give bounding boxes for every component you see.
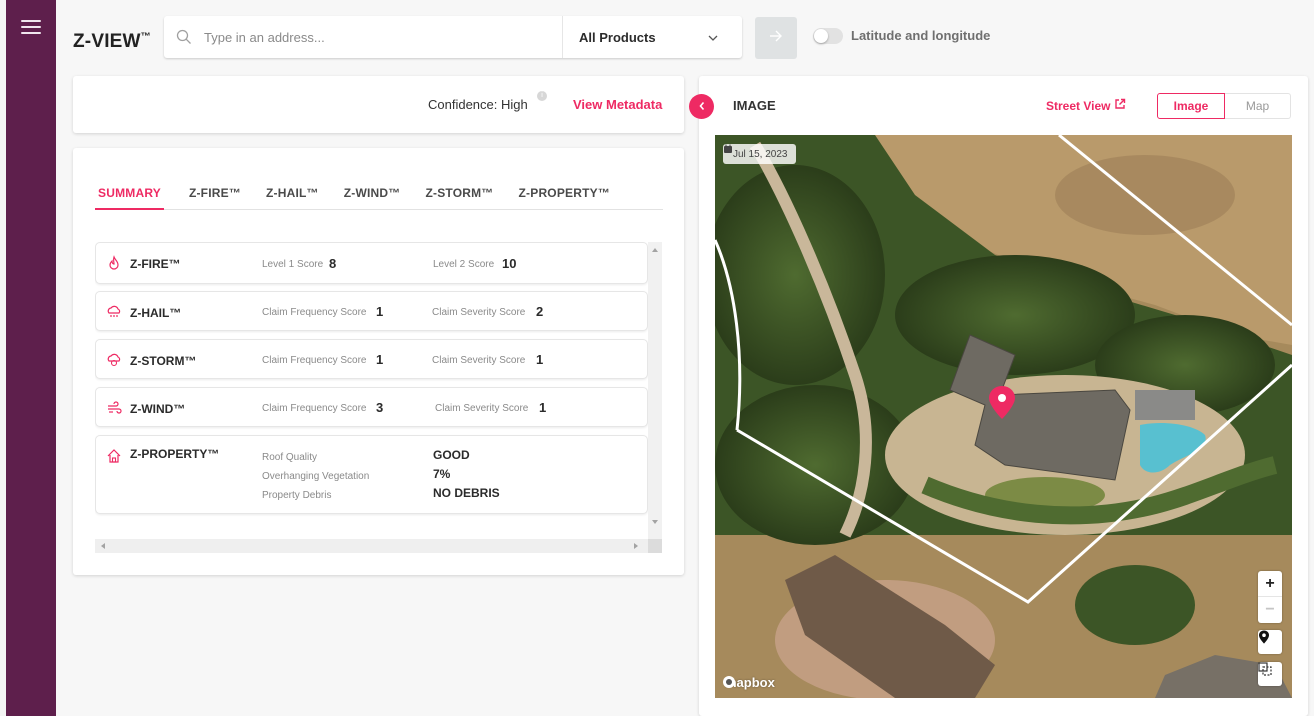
summary-panel: SUMMARY Z-FIRE™ Z-HAIL™ Z-WIND™ Z-STORM™… xyxy=(73,148,684,575)
compare-layers-button[interactable] xyxy=(1258,662,1282,686)
metric-value: 3 xyxy=(376,400,384,415)
address-search: All Products xyxy=(164,16,742,58)
score-card-z-fire[interactable]: Z-FIRE™ Level 1 Score 8 Level 2 Score 10 xyxy=(95,242,648,284)
info-icon[interactable]: i xyxy=(537,91,547,101)
metric-label: Level 2 Score xyxy=(433,259,495,270)
score-card-z-wind[interactable]: Z-WIND™ Claim Frequency Score 3 Claim Se… xyxy=(95,387,648,427)
chevron-left-icon xyxy=(698,98,706,116)
wind-icon xyxy=(106,400,122,416)
app-title: Z-VIEW xyxy=(73,31,141,52)
property-label: Overhanging Vegetation xyxy=(262,471,370,482)
metric-value: 2 xyxy=(536,304,544,319)
hail-icon xyxy=(106,304,122,320)
score-card-z-storm[interactable]: Z-STORM™ Claim Frequency Score 1 Claim S… xyxy=(95,339,648,379)
metric-label: Claim Frequency Score xyxy=(262,307,367,318)
storm-icon xyxy=(106,352,122,368)
image-view-button[interactable]: Image xyxy=(1157,93,1225,119)
tab-summary[interactable]: SUMMARY xyxy=(95,186,164,210)
tab-z-fire[interactable]: Z-FIRE™ xyxy=(189,186,241,210)
scroll-down-icon[interactable] xyxy=(652,520,658,524)
score-card-z-hail[interactable]: Z-HAIL™ Claim Frequency Score 1 Claim Se… xyxy=(95,291,648,331)
image-panel: IMAGE Street View Image Map Jul 15, 2023… xyxy=(699,76,1308,716)
property-label: Roof Quality xyxy=(262,452,318,463)
card-title: Z-STORM™ xyxy=(130,354,197,368)
metric-label: Claim Frequency Score xyxy=(262,403,367,414)
menu-icon[interactable] xyxy=(21,20,41,36)
recenter-button[interactable] xyxy=(1258,630,1282,654)
scroll-up-icon[interactable] xyxy=(652,248,658,252)
scroll-left-icon[interactable] xyxy=(101,543,105,549)
property-value: 7% xyxy=(433,467,451,481)
horizontal-scrollbar[interactable] xyxy=(95,539,648,553)
mapbox-attribution[interactable]: mapbox xyxy=(722,675,775,690)
score-card-list: Z-FIRE™ Level 1 Score 8 Level 2 Score 10… xyxy=(95,242,663,540)
zoom-controls: + − xyxy=(1258,571,1282,623)
metric-value: 1 xyxy=(539,400,547,415)
tab-z-hail[interactable]: Z-HAIL™ xyxy=(266,186,319,210)
sidebar xyxy=(6,0,56,716)
house-icon xyxy=(106,448,122,464)
external-link-icon xyxy=(1114,98,1126,113)
address-search-input[interactable] xyxy=(204,17,584,57)
product-select[interactable]: All Products xyxy=(562,16,742,58)
metric-label: Claim Severity Score xyxy=(432,355,526,366)
metric-label: Claim Severity Score xyxy=(432,307,526,318)
zoom-out-button[interactable]: − xyxy=(1258,597,1282,623)
scroll-right-icon[interactable] xyxy=(634,543,638,549)
metric-label: Level 1 Score xyxy=(262,259,324,270)
vertical-scrollbar[interactable] xyxy=(648,242,662,540)
card-title: Z-FIRE™ xyxy=(130,257,181,271)
metric-label: Claim Frequency Score xyxy=(262,355,367,366)
metric-value: 1 xyxy=(376,352,384,367)
tab-z-storm[interactable]: Z-STORM™ xyxy=(425,186,493,210)
view-metadata-link[interactable]: View Metadata xyxy=(573,97,662,112)
property-label: Property Debris xyxy=(262,490,332,501)
product-select-value: All Products xyxy=(579,29,656,45)
scrollbar-corner xyxy=(648,539,662,553)
metric-label: Claim Severity Score xyxy=(435,403,529,414)
property-value: GOOD xyxy=(433,448,470,462)
metric-value: 1 xyxy=(376,304,384,319)
map-view-button[interactable]: Map xyxy=(1225,93,1291,119)
chevron-down-icon xyxy=(708,30,718,45)
collapse-panel-button[interactable] xyxy=(689,94,714,119)
metric-value: 1 xyxy=(536,352,544,367)
product-tabs: SUMMARY Z-FIRE™ Z-HAIL™ Z-WIND™ Z-STORM™… xyxy=(95,186,663,210)
app-logo: Z-VIEW™ xyxy=(73,31,151,53)
confidence-panel: Confidence: High i View Metadata xyxy=(73,76,684,133)
street-view-link[interactable]: Street View xyxy=(1046,98,1126,113)
aerial-imagery xyxy=(715,135,1292,698)
card-title: Z-PROPERTY™ xyxy=(130,447,220,461)
trademark: ™ xyxy=(140,31,151,43)
tab-z-property[interactable]: Z-PROPERTY™ xyxy=(519,186,611,210)
capture-date: Jul 15, 2023 xyxy=(733,148,788,160)
metric-value: 10 xyxy=(502,256,517,271)
score-card-z-property[interactable]: Z-PROPERTY™ Roof Quality GOOD Overhangin… xyxy=(95,435,648,514)
aerial-map[interactable]: Jul 15, 2023 + − mapbox xyxy=(715,135,1292,698)
zoom-in-button[interactable]: + xyxy=(1258,571,1282,597)
arrow-right-icon xyxy=(769,29,783,47)
toggle-knob xyxy=(814,29,828,43)
confidence-text: Confidence: High xyxy=(428,97,528,112)
search-icon xyxy=(164,16,204,58)
tab-z-wind[interactable]: Z-WIND™ xyxy=(344,186,401,210)
street-view-label: Street View xyxy=(1046,98,1111,113)
card-title: Z-WIND™ xyxy=(130,402,186,416)
fire-icon xyxy=(106,255,122,271)
latlng-toggle[interactable] xyxy=(813,28,843,44)
latlng-toggle-label: Latitude and longitude xyxy=(851,28,991,43)
image-panel-title: IMAGE xyxy=(733,98,776,113)
card-title: Z-HAIL™ xyxy=(130,306,182,320)
metric-value: 8 xyxy=(329,256,337,271)
search-go-button[interactable] xyxy=(755,17,797,59)
capture-date-badge: Jul 15, 2023 xyxy=(723,144,796,164)
property-value: NO DEBRIS xyxy=(433,486,500,500)
